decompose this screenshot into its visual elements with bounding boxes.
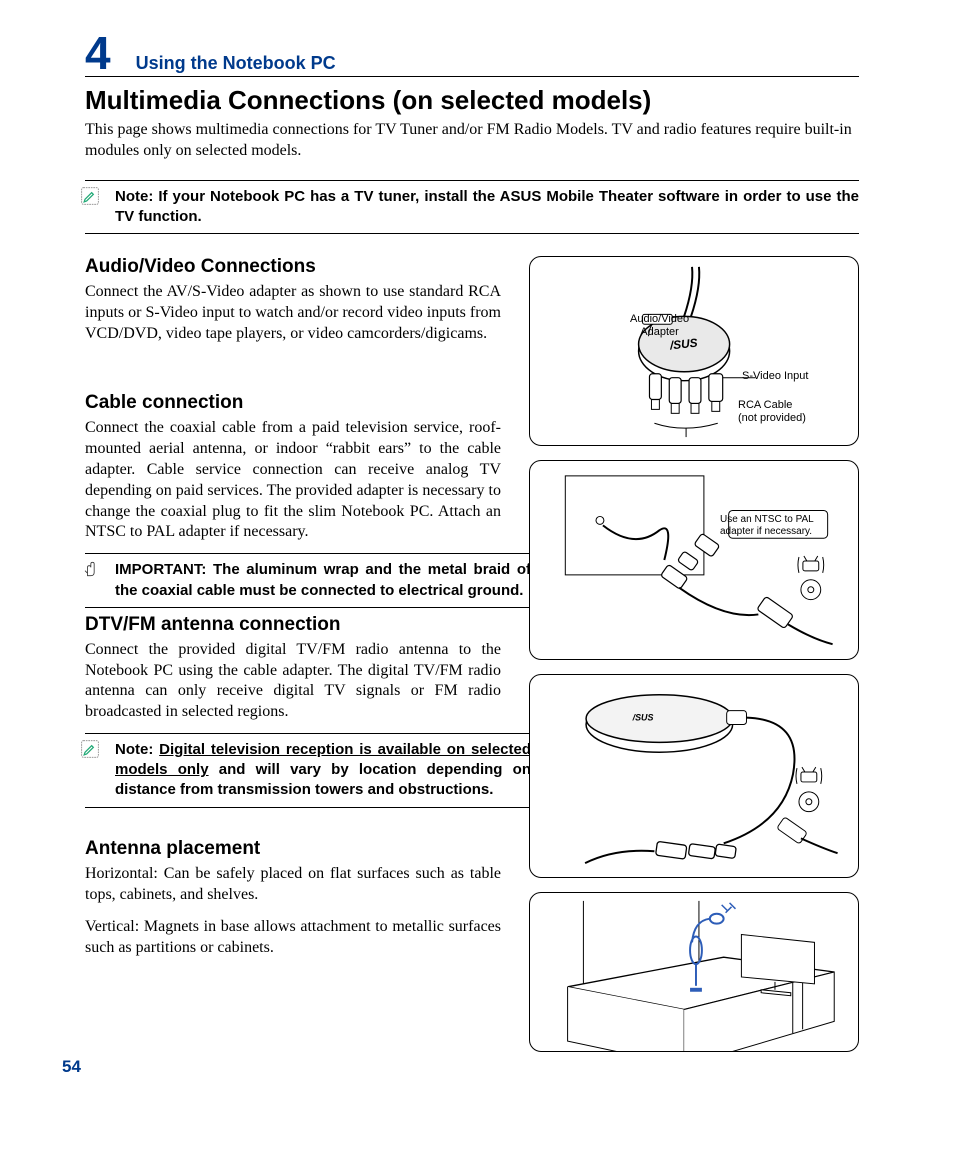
page-title: Multimedia Connections (on selected mode… xyxy=(85,85,859,116)
note-icon xyxy=(80,739,100,764)
diagram-cable-connection: Use an NTSC to PAL adapter if necessary. xyxy=(529,460,859,660)
cable-body: Connect the coaxial cable from a paid te… xyxy=(85,418,501,543)
dtv-body: Connect the provided digital TV/FM radio… xyxy=(85,640,501,723)
diagram-av-adapter: /SUS xyxy=(529,256,859,446)
dtv-note-text: Note: Digital television reception is av… xyxy=(115,740,531,801)
important-icon xyxy=(80,559,100,584)
rca-label: RCA Cable (not provided) xyxy=(738,399,806,424)
svideo-label: S-Video Input xyxy=(742,370,808,383)
chapter-header: 4 Using the Notebook PC xyxy=(85,30,859,77)
av-heading: Audio/Video Connections xyxy=(85,256,501,278)
cable-heading: Cable connection xyxy=(85,392,501,414)
diagram-dtv-antenna: /SUS xyxy=(529,674,859,878)
chapter-title: Using the Notebook PC xyxy=(136,53,336,74)
chapter-number: 4 xyxy=(85,30,111,76)
cable-important-block: IMPORTANT: The aluminum wrap and the met… xyxy=(85,553,531,608)
antenna-body2: Vertical: Magnets in base allows attachm… xyxy=(85,917,501,959)
note-icon xyxy=(80,186,100,211)
dtv-heading: DTV/FM antenna connection xyxy=(85,614,501,636)
antenna-body1: Horizontal: Can be safely placed on flat… xyxy=(85,864,501,906)
svg-text:/SUS: /SUS xyxy=(632,713,654,723)
top-note-text: Note: If your Notebook PC has a TV tuner… xyxy=(115,187,859,228)
diagram-antenna-placement xyxy=(529,892,859,1052)
dtv-note-block: Note: Digital television reception is av… xyxy=(85,733,531,808)
intro-text: This page shows multimedia connections f… xyxy=(85,120,859,162)
adapter-label: Audio/Video Adapter xyxy=(630,313,689,338)
top-note-block: Note: If your Notebook PC has a TV tuner… xyxy=(85,180,859,235)
page-number: 54 xyxy=(62,1057,81,1077)
ntsc-label: Use an NTSC to PAL adapter if necessary. xyxy=(720,514,812,537)
cable-important-text: IMPORTANT: The aluminum wrap and the met… xyxy=(115,560,531,601)
antenna-heading: Antenna placement xyxy=(85,838,501,860)
av-body: Connect the AV/S-Video adapter as shown … xyxy=(85,282,501,344)
